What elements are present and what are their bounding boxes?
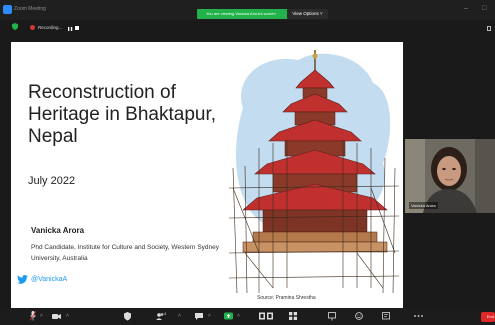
record-icon[interactable] (259, 311, 273, 321)
twitter-handle: @VanickaA (31, 276, 68, 283)
window-title: Zoom Meeting (14, 6, 46, 12)
maximize-button[interactable]: □ (482, 5, 486, 13)
chat-icon[interactable] (195, 311, 203, 321)
share-options-chevron-icon[interactable]: ˄ (237, 312, 240, 320)
slide-title: Reconstruction of Heritage in Bhaktapur,… (28, 82, 217, 147)
participants-options-chevron-icon[interactable]: ˄ (178, 312, 181, 320)
slide-date: July 2022 (28, 175, 76, 187)
pause-recording-icon[interactable]: ❚❚ (67, 26, 73, 31)
side-panel-icon[interactable] (487, 26, 491, 31)
shared-slide: Reconstruction of Heritage in Bhaktapur,… (11, 42, 403, 309)
more-options-icon[interactable] (414, 311, 423, 321)
image-source-caption: Source: Pramina Shrestha (257, 295, 316, 301)
chat-options-chevron-icon[interactable]: ˄ (208, 312, 211, 320)
presenter-affiliation: Phd Candidate, Institute for Culture and… (31, 244, 220, 262)
participant-name-label: Vanicka Arora (409, 202, 438, 209)
minimize-button[interactable]: – (464, 5, 468, 13)
apps-grid-icon[interactable] (289, 311, 297, 321)
zoom-logo-icon (3, 5, 12, 14)
share-screen-icon[interactable] (224, 311, 233, 321)
audio-options-chevron-icon[interactable]: ˄ (40, 312, 43, 320)
twitter-icon (17, 275, 28, 284)
stop-recording-icon[interactable] (75, 26, 79, 30)
video-options-chevron-icon[interactable]: ˄ (66, 312, 69, 320)
pagoda-illustration (228, 50, 400, 293)
shield-icon[interactable] (12, 23, 18, 30)
participants-count: 4 (164, 311, 167, 316)
security-icon[interactable] (124, 311, 131, 321)
view-options-button[interactable]: View Options ˅ (287, 9, 328, 19)
microphone-icon[interactable] (30, 311, 36, 321)
video-camera-icon[interactable] (52, 311, 61, 321)
participant-video-tile[interactable]: Vanicka Arora (405, 139, 495, 213)
reactions-icon[interactable] (355, 311, 363, 321)
participants-icon[interactable] (156, 311, 164, 321)
notes-icon[interactable] (382, 311, 390, 321)
recording-label: Recording... (38, 25, 63, 30)
whiteboard-icon[interactable] (328, 311, 336, 321)
end-meeting-button[interactable]: End (481, 312, 495, 322)
recording-dot-icon (30, 25, 35, 30)
presenter-name: Vanicka Arora (31, 226, 85, 235)
screen-share-banner: You are viewing Vanicka Arora's screen (197, 9, 289, 19)
